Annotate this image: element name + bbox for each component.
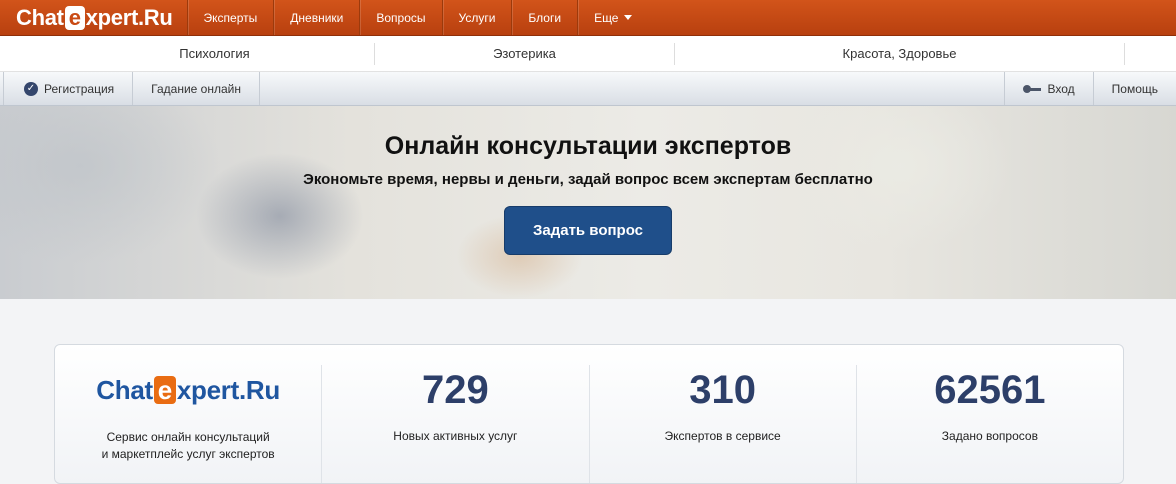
category-beauty-health[interactable]: Красота, Здоровье [675,42,1125,65]
register-label: Регистрация [44,81,115,96]
nav-more-label: Еще [594,10,619,25]
secondary-toolbar: ✓ Регистрация Гадание онлайн Вход Помощь [0,72,1176,106]
check-circle-icon: ✓ [24,81,38,96]
brand-prefix: Chat [96,375,153,405]
brand-e-badge: e [153,376,176,404]
ask-question-button[interactable]: Задать вопрос [503,206,673,255]
stat-experts: 310 Экспертов в сервисе [590,365,857,483]
logo-prefix: Chat [16,4,64,30]
hero-title: Онлайн консультации экспертов [384,132,792,160]
key-icon [1023,84,1042,93]
stats-section: Chat e xpert.Ru Сервис онлайн консультаций… [0,299,1176,484]
login-button[interactable]: Вход [1004,72,1092,105]
hero-banner: Онлайн консультации экспертов Экономьте … [0,106,1176,299]
stats-panel: Chat e xpert.Ru Сервис онлайн консультаций… [54,344,1124,484]
stat-label: Новых активных услуг [393,429,518,443]
nav-item-more[interactable]: Еще [577,0,648,35]
stat-value: 310 [689,368,756,412]
nav-item-questions[interactable]: Вопросы [359,0,441,35]
stat-label: Задано вопросов [941,429,1038,443]
site-logo[interactable]: Chat e xpert.Ru [0,0,187,35]
stats-brand: Chat e xpert.Ru Сервис онлайн консультаций… [55,365,323,483]
caret-down-icon [624,15,633,20]
stat-questions: 62561 Задано вопросов [857,365,1123,483]
stat-value: 62561 [934,368,1046,412]
nav-item-experts[interactable]: Эксперты [186,0,274,35]
nav-item-blogs[interactable]: Блоги [511,0,577,35]
stat-value: 729 [422,368,489,412]
fortune-telling-button[interactable]: Гадание онлайн [133,72,260,105]
brand-description-line1: Сервис онлайн консультаций [106,430,270,444]
category-bar: Психология Эзотерика Красота, Здоровье [0,36,1176,72]
nav-item-services[interactable]: Услуги [441,0,512,35]
help-label: Помощь [1111,81,1158,96]
hero-content: Онлайн консультации экспертов Экономьте … [0,106,1176,255]
fortune-label: Гадание онлайн [151,81,241,96]
category-psychology[interactable]: Психология [0,42,375,65]
logo-suffix: xpert.Ru [85,4,173,30]
help-button[interactable]: Помощь [1092,72,1176,105]
brand-suffix: xpert.Ru [176,375,280,405]
brand-logo: Chat e xpert.Ru [55,375,321,406]
login-label: Вход [1047,81,1075,96]
nav-item-diaries[interactable]: Дневники [273,0,359,35]
top-navigation: Chat e xpert.Ru Эксперты Дневники Вопросы … [0,0,1176,36]
stat-active-services: 729 Новых активных услуг [322,365,590,483]
stat-label: Экспертов в сервисе [664,429,781,443]
hero-subtitle: Экономьте время, нервы и деньги, задай в… [303,171,873,188]
brand-description: Сервис онлайн консультаций и маркетплейс… [55,429,321,463]
logo-e-badge: e [64,5,85,30]
brand-description-line2: и маркетплейс услуг экспертов [101,447,275,461]
register-button[interactable]: ✓ Регистрация [3,72,134,105]
category-esoterics[interactable]: Эзотерика [375,42,675,65]
